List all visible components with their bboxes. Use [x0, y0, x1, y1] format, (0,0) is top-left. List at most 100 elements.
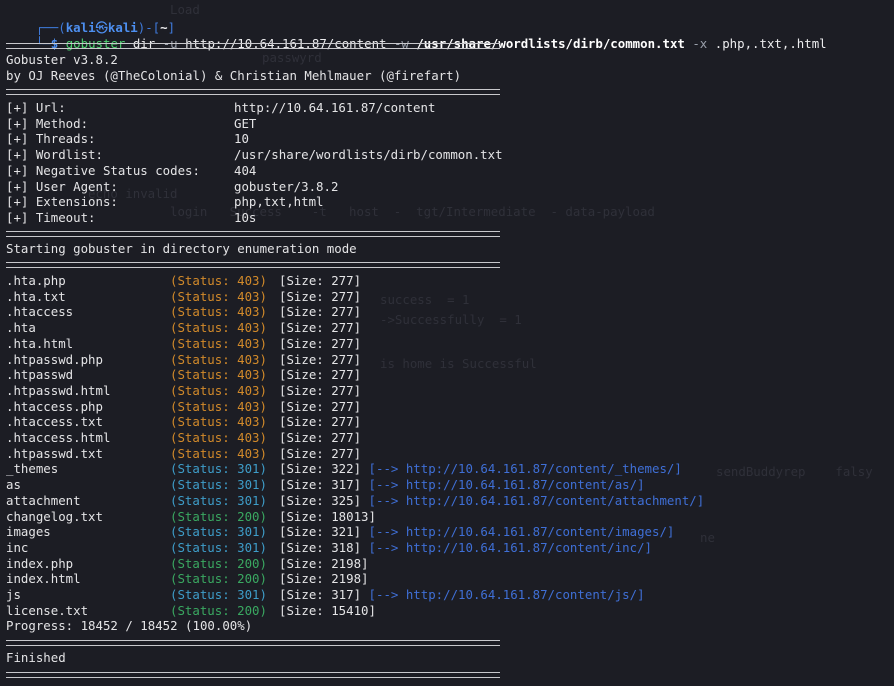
result-status: (Status: 301) — [170, 461, 267, 477]
result-path: .htaccess.php — [6, 398, 103, 414]
config-value: 10s — [234, 209, 257, 225]
config-key: [+] Negative Status codes: — [6, 162, 200, 178]
separator — [6, 672, 500, 678]
config-key: [+] User Agent: — [6, 178, 118, 194]
result-status: (Status: 403) — [170, 351, 267, 367]
result-path: .htaccess.html — [6, 430, 111, 445]
config-row: [+] Extensions: php,txt,html — [6, 194, 324, 210]
result-path: .hta.txt — [6, 288, 66, 304]
prompt-header: ┌──(kali㉿kali)-[~] — [35, 20, 176, 35]
result-path: .hta.php — [6, 273, 66, 288]
separator — [6, 89, 500, 95]
config-row: [+] Wordlist: /usr/share/wordlists/dirb/c… — [6, 147, 503, 163]
config-row: [+] Method: GET — [6, 116, 256, 132]
result-size: [Size: 277] — [279, 335, 362, 351]
result-row: .htaccess.html (Status: 403) [Size: 277] — [6, 430, 361, 446]
result-size: [Size: 277] — [279, 430, 362, 445]
config-value: 10 — [234, 131, 249, 147]
result-path: _themes — [6, 461, 59, 477]
mode-line: Starting gobuster in directory enumerati… — [6, 241, 357, 256]
result-path: .htaccess.txt — [6, 414, 103, 430]
result-row: .htpasswd.txt (Status: 403) [Size: 277] — [6, 446, 361, 462]
result-status: (Status: 301) — [170, 587, 267, 602]
config-key: [+] Method: — [6, 115, 89, 131]
result-row: .hta.txt (Status: 403) [Size: 277] — [6, 289, 361, 305]
terminal-window[interactable]: Load passwyrd echo invalid login Success… — [0, 0, 894, 686]
result-status: (Status: 403) — [170, 320, 267, 336]
config-row: [+] Url: http://10.64.161.87/content — [6, 100, 435, 116]
command-arg: .php,.txt,.html — [707, 36, 827, 51]
result-status: (Status: 403) — [170, 304, 267, 320]
result-path: .hta — [6, 320, 36, 336]
result-status: (Status: 403) — [170, 367, 267, 383]
result-redirect-link[interactable]: [--> http://10.64.161.87/content/attachm… — [361, 493, 705, 508]
result-status: (Status: 403) — [170, 288, 267, 304]
result-row: .hta.php (Status: 403) [Size: 277] — [6, 273, 361, 289]
config-value: 404 — [234, 162, 257, 178]
finished-line: Finished — [6, 650, 66, 665]
result-path: license.txt — [6, 602, 89, 618]
banner-authors: by OJ Reeves (@TheColonial) & Christian … — [6, 68, 462, 83]
result-path: images — [6, 524, 51, 540]
result-size: [Size: 322] — [279, 461, 362, 477]
result-size: [Size: 277] — [279, 367, 362, 383]
result-row: .htpasswd.php (Status: 403) [Size: 277] — [6, 352, 361, 368]
result-path: index.html — [6, 571, 81, 587]
result-size: [Size: 277] — [279, 273, 362, 288]
result-status: (Status: 403) — [170, 335, 267, 351]
command-line[interactable]: └─$ gobuster dir -u http://10.64.161.87/… — [6, 20, 827, 51]
config-value: http://10.64.161.87/content — [234, 100, 436, 115]
result-redirect-link[interactable]: [--> http://10.64.161.87/content/js/] — [361, 587, 645, 602]
config-key: [+] Url: — [6, 100, 66, 115]
progress-line: Progress: 18452 / 18452 (100.00%) — [6, 618, 253, 633]
config-value: php,txt,html — [234, 194, 324, 210]
result-row: _themes (Status: 301) [Size: 322] [--> htt… — [6, 461, 682, 477]
result-row: .htpasswd (Status: 403) [Size: 277] — [6, 367, 361, 383]
result-size: [Size: 317] — [279, 587, 362, 602]
result-size: [Size: 18013] — [279, 508, 376, 524]
result-size: [Size: 277] — [279, 398, 362, 414]
result-row: attachment (Status: 301) [Size: 325] [--> … — [6, 493, 704, 509]
result-row: .hta (Status: 403) [Size: 277] — [6, 320, 361, 336]
result-row: .hta.html (Status: 403) [Size: 277] — [6, 336, 361, 352]
result-row: as (Status: 301) [Size: 317] [--> http://1… — [6, 477, 645, 493]
result-redirect-link[interactable]: [--> http://10.64.161.87/content/_themes… — [361, 461, 682, 476]
config-key: [+] Threads: — [6, 131, 96, 147]
separator — [6, 640, 500, 646]
result-path: .htpasswd.php — [6, 351, 103, 367]
result-row: .htaccess.php (Status: 403) [Size: 277] — [6, 399, 361, 415]
result-size: [Size: 325] — [279, 492, 362, 508]
result-path: .htaccess — [6, 304, 74, 320]
result-status: (Status: 301) — [170, 524, 267, 540]
result-redirect-link[interactable]: [--> http://10.64.161.87/content/inc/] — [361, 540, 652, 555]
config-value: /usr/share/wordlists/dirb/common.txt — [234, 147, 503, 163]
config-row: [+] User Agent: gobuster/3.8.2 — [6, 179, 338, 195]
result-size: [Size: 277] — [279, 445, 362, 461]
result-status: (Status: 403) — [170, 445, 267, 461]
result-redirect-link[interactable]: [--> http://10.64.161.87/content/images/… — [361, 524, 675, 539]
result-status: (Status: 200) — [170, 508, 267, 524]
separator — [6, 43, 500, 49]
result-path: attachment — [6, 492, 81, 508]
result-status: (Status: 200) — [170, 555, 267, 571]
result-status: (Status: 200) — [170, 602, 267, 618]
result-status: (Status: 301) — [170, 492, 267, 508]
config-value: GET — [234, 115, 257, 131]
result-size: [Size: 321] — [279, 524, 362, 540]
result-size: [Size: 277] — [279, 288, 362, 304]
result-size: [Size: 318] — [279, 539, 362, 555]
banner-version: Gobuster v3.8.2 — [6, 52, 118, 67]
config-key: [+] Extensions: — [6, 194, 118, 210]
result-path: index.php — [6, 555, 74, 571]
result-row: .htaccess.txt (Status: 403) [Size: 277] — [6, 414, 361, 430]
result-size: [Size: 15410] — [279, 602, 376, 618]
result-path: .htpasswd.html — [6, 382, 111, 398]
result-row: images (Status: 301) [Size: 321] [--> http… — [6, 524, 674, 540]
result-status: (Status: 403) — [170, 430, 267, 445]
result-path: inc — [6, 539, 29, 555]
result-status: (Status: 403) — [170, 414, 267, 430]
result-row: inc (Status: 301) [Size: 318] [--> http://… — [6, 540, 652, 556]
result-redirect-link[interactable]: [--> http://10.64.161.87/content/as/] — [361, 477, 645, 492]
result-path: .htpasswd.txt — [6, 445, 103, 461]
result-size: [Size: 277] — [279, 414, 362, 430]
